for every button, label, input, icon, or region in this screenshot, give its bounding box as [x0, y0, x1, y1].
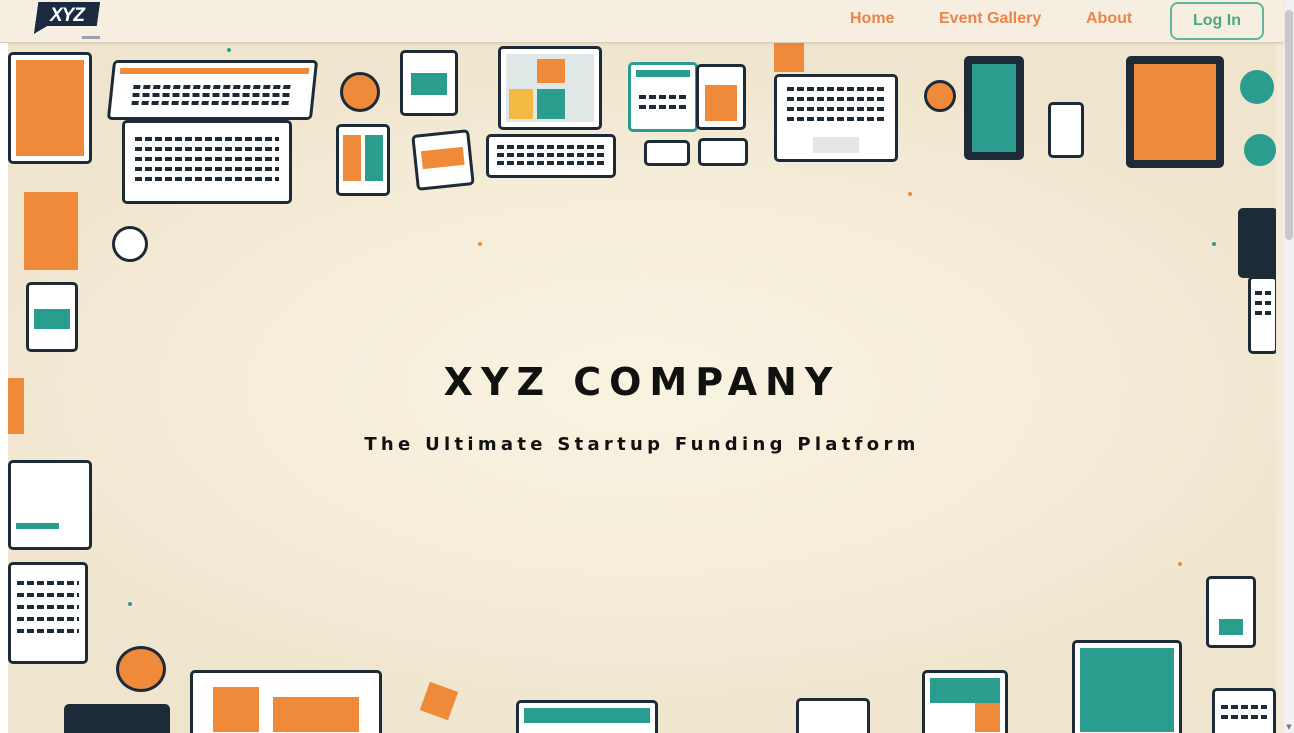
nav-link-event-gallery[interactable]: Event Gallery — [939, 10, 1041, 28]
tag-illustration — [419, 681, 459, 721]
browser-viewport: XYZ COMPANY The Ultimate Startup Funding… — [0, 0, 1294, 733]
phone-illustration — [964, 56, 1024, 160]
laptop-illustration — [106, 60, 319, 208]
phone-illustration — [1048, 102, 1084, 158]
laptop-illustration — [1248, 276, 1276, 354]
phone-illustration — [796, 698, 870, 733]
logo-underline — [82, 36, 100, 39]
top-navbar: XYZ Home Event Gallery About Log In — [0, 0, 1284, 43]
page-scrollbar[interactable]: ▼ — [1284, 0, 1294, 733]
hero-section: XYZ COMPANY The Ultimate Startup Funding… — [8, 42, 1276, 733]
phone-illustration — [1206, 576, 1256, 648]
scroll-down-arrow-icon[interactable]: ▼ — [1285, 723, 1293, 733]
left-gutter — [0, 42, 8, 733]
dashboard-illustration — [628, 62, 698, 132]
laptop-illustration — [190, 670, 382, 733]
laptop-illustration — [8, 562, 88, 664]
confetti-dot — [227, 48, 231, 52]
tag-illustration — [24, 192, 78, 270]
nav-link-home[interactable]: Home — [850, 10, 894, 28]
login-button[interactable]: Log In — [1170, 2, 1264, 40]
card-illustration — [644, 140, 690, 166]
scrollbar-thumb[interactable] — [1285, 10, 1293, 240]
laptop-illustration — [774, 74, 898, 164]
hero-subtitle: The Ultimate Startup Funding Platform — [364, 434, 920, 455]
badge-illustration — [1240, 70, 1274, 104]
card-illustration — [411, 129, 475, 191]
tablet-illustration — [922, 670, 1008, 733]
laptop-illustration — [486, 46, 621, 181]
confetti-dot — [908, 192, 912, 196]
laptop-illustration — [64, 704, 170, 733]
badge-illustration — [116, 646, 166, 692]
tablet-illustration — [400, 50, 458, 116]
tablet-illustration — [1072, 640, 1182, 733]
badge-illustration — [1244, 134, 1276, 166]
nav-link-about[interactable]: About — [1086, 10, 1132, 28]
tablet-illustration — [1126, 56, 1224, 168]
tablet-illustration — [1238, 208, 1276, 278]
laptop-illustration — [516, 700, 658, 733]
hero-title: XYZ COMPANY — [443, 360, 841, 404]
monitor-illustration — [8, 460, 92, 550]
confetti-dot — [478, 242, 482, 246]
login-button-label: Log In — [1193, 12, 1241, 29]
confetti-dot — [128, 602, 132, 606]
tag-illustration — [774, 42, 804, 72]
company-logo[interactable]: XYZ — [36, 2, 101, 39]
badge-illustration — [340, 72, 380, 112]
card-illustration — [698, 138, 748, 166]
laptop-illustration — [1212, 688, 1276, 733]
tablet-illustration — [336, 124, 390, 196]
tablet-illustration — [8, 52, 92, 164]
confetti-dot — [1178, 562, 1182, 566]
logo-text: XYZ — [50, 5, 85, 26]
phone-illustration — [26, 282, 78, 352]
badge-illustration — [112, 226, 148, 262]
confetti-dot — [1212, 242, 1216, 246]
tablet-illustration — [696, 64, 746, 130]
badge-illustration — [924, 80, 956, 112]
